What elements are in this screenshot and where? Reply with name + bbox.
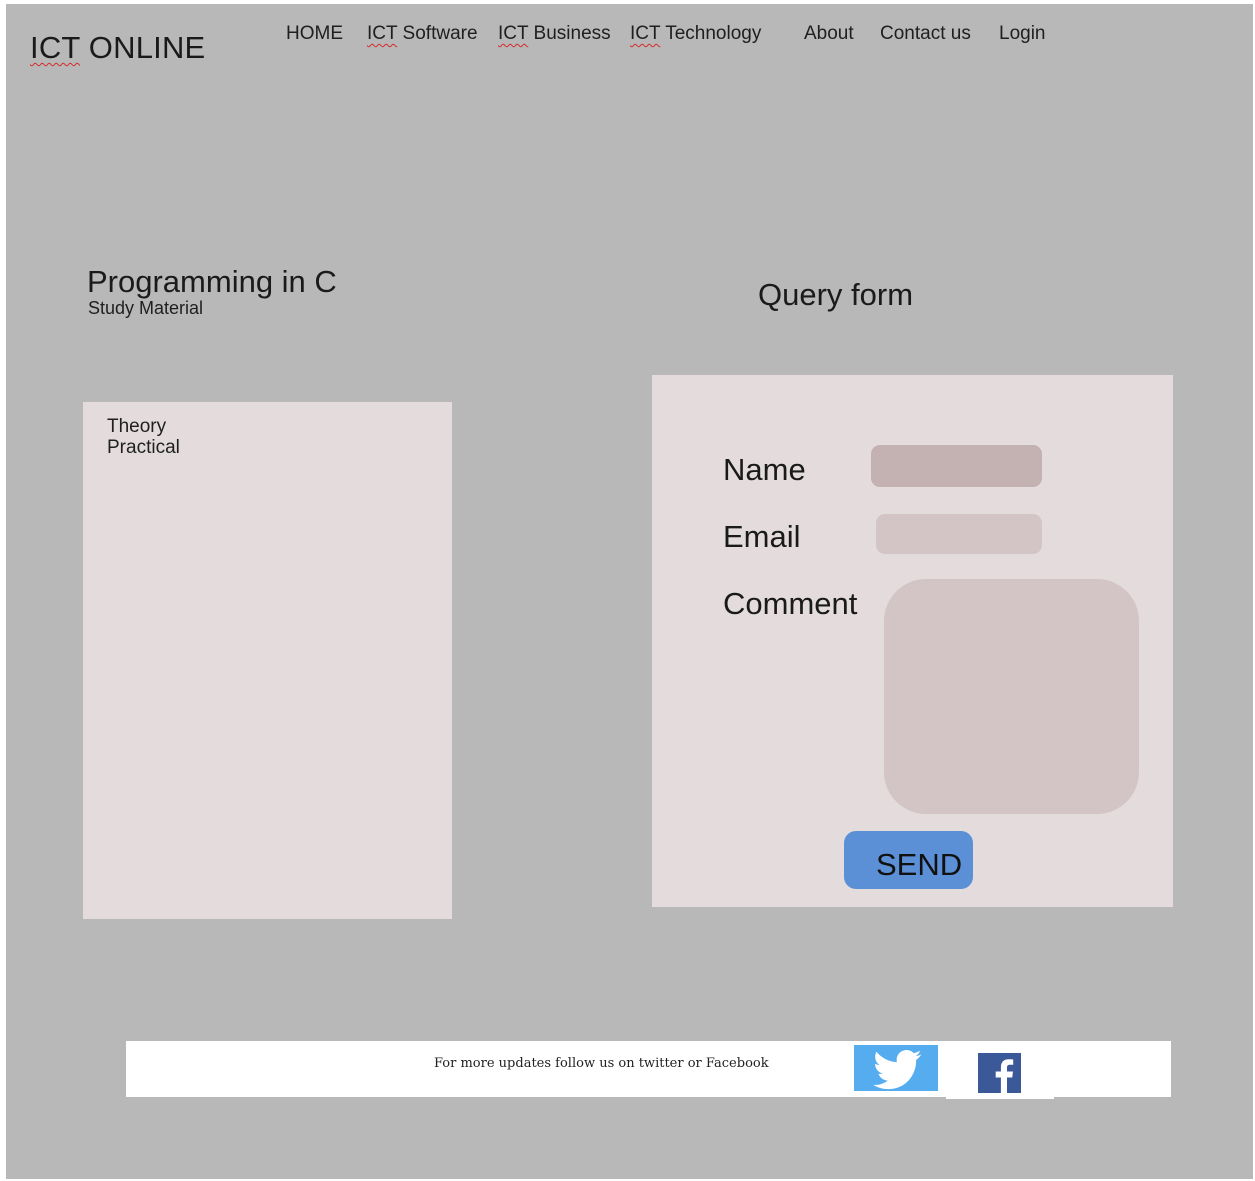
- name-input[interactable]: [871, 445, 1042, 487]
- nav-ict-technology-prefix: ICT: [630, 23, 661, 44]
- study-material-panel: [83, 402, 452, 919]
- study-title: Programming in C: [87, 264, 337, 299]
- comment-textarea[interactable]: [884, 579, 1139, 814]
- send-button[interactable]: SEND: [844, 831, 973, 889]
- facebook-f-icon: [978, 1053, 1021, 1093]
- study-subtitle: Study Material: [88, 298, 204, 318]
- logo-prefix: ICT: [30, 30, 80, 65]
- nav-login[interactable]: Login: [999, 23, 1046, 45]
- email-input[interactable]: [876, 514, 1042, 554]
- nav-ict-software-prefix: ICT: [367, 23, 398, 44]
- nav-ict-software-suffix: Software: [397, 23, 478, 44]
- nav-ict-technology-suffix: Technology: [660, 23, 762, 44]
- site-logo[interactable]: ICT ONLINE: [30, 30, 205, 66]
- name-label: Name: [723, 452, 806, 487]
- nav-ict-software[interactable]: ICT Software: [367, 23, 478, 45]
- nav-ict-technology[interactable]: ICT Technology: [630, 23, 761, 45]
- twitter-bird-icon: [873, 1049, 922, 1090]
- nav-ict-business-prefix: ICT: [498, 23, 529, 44]
- footer-text: For more updates follow us on twitter or…: [434, 1056, 769, 1071]
- logo-suffix: ONLINE: [79, 30, 206, 65]
- nav-about[interactable]: About: [804, 23, 854, 45]
- query-form-title: Query form: [758, 277, 914, 312]
- facebook-link[interactable]: [946, 1045, 1054, 1099]
- nav-contact-us[interactable]: Contact us: [880, 23, 971, 45]
- nav-ict-business[interactable]: ICT Business: [498, 23, 611, 45]
- comment-label: Comment: [723, 586, 858, 621]
- nav-ict-business-suffix: Business: [528, 23, 611, 44]
- twitter-icon[interactable]: [854, 1045, 938, 1091]
- email-label: Email: [723, 519, 801, 554]
- study-item-practical[interactable]: Practical: [107, 437, 180, 459]
- study-item-theory[interactable]: Theory: [107, 416, 166, 438]
- nav-home[interactable]: HOME: [286, 23, 343, 45]
